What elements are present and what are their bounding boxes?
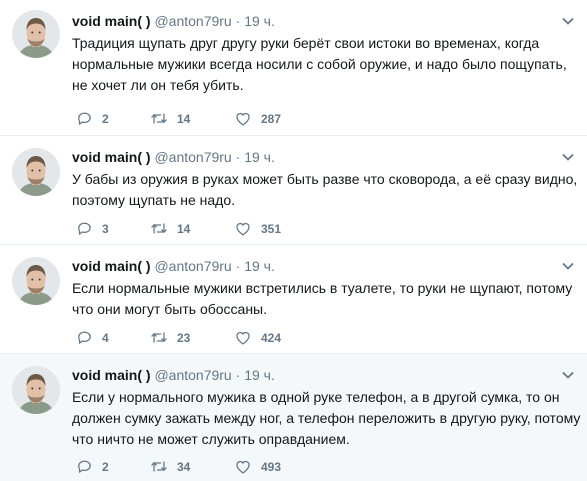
timestamp[interactable]: 19 ч.	[244, 13, 275, 29]
reply-button[interactable]: 2	[76, 458, 109, 475]
author-name[interactable]: void main( )	[72, 258, 151, 274]
author-handle[interactable]: @anton79ru	[154, 367, 231, 383]
like-count: 351	[261, 221, 282, 236]
tweet-header: void main( ) @anton79ru · 19 ч.	[72, 366, 275, 384]
retweet-icon	[150, 110, 168, 127]
avatar[interactable]	[12, 257, 60, 305]
chevron-down-icon[interactable]	[561, 152, 575, 162]
reply-count: 2	[102, 459, 109, 474]
tweet-text: Если нормальные мужики встретились в туа…	[72, 280, 573, 317]
tweet-header: void main( ) @anton79ru · 19 ч.	[72, 148, 275, 166]
tweet-text: У бабы из оружия в руках может быть разв…	[72, 171, 578, 208]
reply-icon	[76, 329, 93, 346]
tweet-header: void main( ) @anton79ru · 19 ч.	[72, 257, 275, 275]
like-icon	[234, 110, 252, 127]
chevron-down-icon[interactable]	[561, 370, 575, 380]
like-icon	[234, 458, 252, 475]
like-icon	[234, 329, 252, 346]
timestamp[interactable]: 19 ч.	[244, 258, 275, 274]
author-name[interactable]: void main( )	[72, 367, 151, 383]
tweet[interactable]: void main( ) @anton79ru · 19 ч. Если нор…	[0, 245, 587, 354]
reply-button[interactable]: 4	[76, 329, 109, 346]
retweet-count: 14	[177, 221, 191, 236]
author-handle[interactable]: @anton79ru	[154, 149, 231, 165]
retweet-button[interactable]: 14	[150, 110, 190, 127]
chevron-down-icon[interactable]	[561, 16, 575, 26]
retweet-icon	[150, 329, 168, 346]
author-handle[interactable]: @anton79ru	[154, 13, 231, 29]
reply-count: 3	[102, 221, 109, 236]
separator: ·	[235, 149, 241, 165]
tweet[interactable]: void main( ) @anton79ru · 19 ч. Традиция…	[0, 0, 587, 136]
separator: ·	[235, 13, 241, 29]
author-handle[interactable]: @anton79ru	[154, 258, 231, 274]
avatar[interactable]	[12, 10, 60, 58]
tweet-text: Если у нормального мужика в одной руке т…	[72, 389, 581, 447]
reply-icon	[76, 220, 93, 237]
retweet-button[interactable]: 14	[150, 220, 190, 237]
retweet-count: 14	[177, 111, 191, 126]
tweet[interactable]: void main( ) @anton79ru · 19 ч. У бабы и…	[0, 136, 587, 245]
like-count: 287	[261, 111, 282, 126]
like-button[interactable]: 351	[234, 220, 281, 237]
separator: ·	[235, 258, 241, 274]
reply-icon	[76, 110, 93, 127]
reply-button[interactable]: 3	[76, 220, 109, 237]
tweet-header: void main( ) @anton79ru · 19 ч.	[72, 12, 275, 30]
reply-icon	[76, 458, 93, 475]
avatar[interactable]	[12, 366, 60, 414]
retweet-button[interactable]: 23	[150, 329, 190, 346]
like-button[interactable]: 287	[234, 110, 281, 127]
like-icon	[234, 220, 252, 237]
retweet-icon	[150, 458, 168, 475]
chevron-down-icon[interactable]	[561, 261, 575, 271]
retweet-count: 34	[177, 459, 191, 474]
like-button[interactable]: 493	[234, 458, 281, 475]
reply-button[interactable]: 2	[76, 110, 109, 127]
like-count: 424	[261, 330, 282, 345]
separator: ·	[235, 367, 241, 383]
reply-count: 4	[102, 330, 109, 345]
author-name[interactable]: void main( )	[72, 13, 151, 29]
tweet-text: Традиция щупать друг другу руки берёт св…	[72, 35, 567, 93]
retweet-button[interactable]: 34	[150, 458, 190, 475]
timestamp[interactable]: 19 ч.	[244, 149, 275, 165]
like-count: 493	[261, 459, 282, 474]
retweet-count: 23	[177, 330, 191, 345]
author-name[interactable]: void main( )	[72, 149, 151, 165]
tweet[interactable]: void main( ) @anton79ru · 19 ч. Если у н…	[0, 354, 587, 481]
reply-count: 2	[102, 111, 109, 126]
avatar[interactable]	[12, 148, 60, 196]
like-button[interactable]: 424	[234, 329, 281, 346]
timestamp[interactable]: 19 ч.	[244, 367, 275, 383]
retweet-icon	[150, 220, 168, 237]
